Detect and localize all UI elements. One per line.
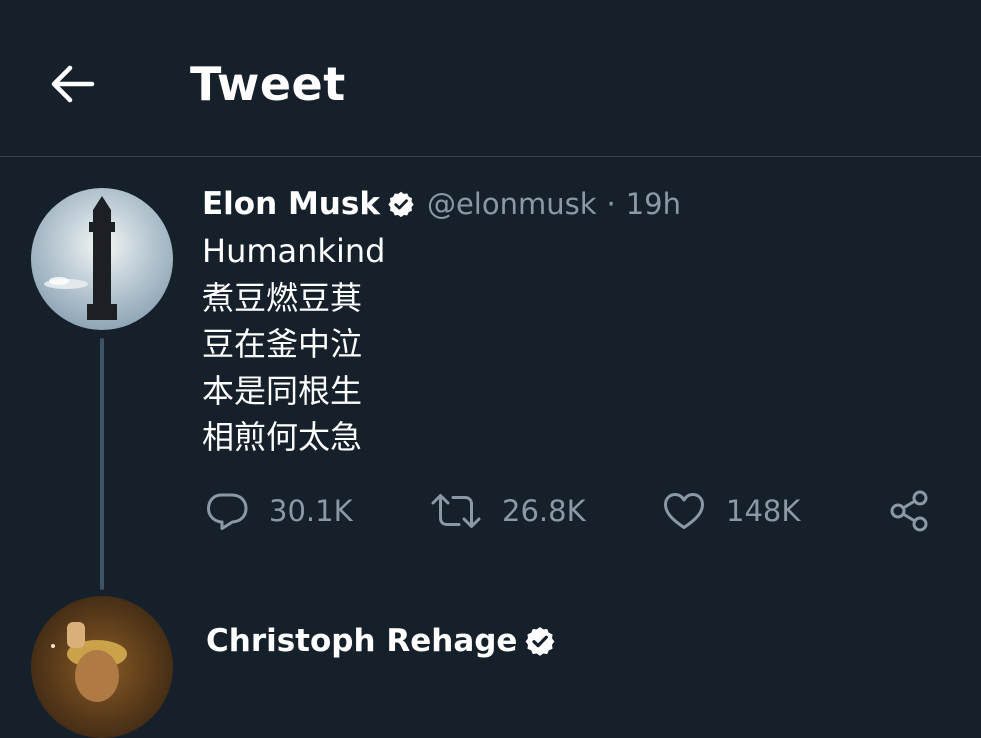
heart-icon bbox=[664, 493, 704, 529]
arrow-left-icon bbox=[51, 65, 95, 103]
verified-badge-icon bbox=[524, 625, 556, 657]
reply-button[interactable]: 30.1K bbox=[205, 486, 353, 536]
retweet-count: 26.8K bbox=[502, 494, 586, 528]
tweet-timestamp[interactable]: 19h bbox=[626, 187, 681, 221]
tweet-author-row: Elon Musk @elonmusk · 19h bbox=[202, 181, 681, 227]
tweet-body: Humankind 煮豆燃豆萁 豆在釜中泣 本是同根生 相煎何太急 bbox=[202, 228, 385, 461]
reply-count: 30.1K bbox=[269, 494, 353, 528]
like-count: 148K bbox=[726, 494, 801, 528]
author-display-name[interactable]: Elon Musk bbox=[202, 186, 380, 222]
separator-dot: · bbox=[606, 187, 616, 221]
header-bar: Tweet bbox=[0, 0, 981, 157]
reply-avatar-image bbox=[31, 596, 173, 738]
retweet-icon bbox=[431, 494, 481, 528]
tweet-text-line: 豆在釜中泣 bbox=[202, 325, 363, 363]
share-icon bbox=[890, 490, 928, 532]
page-title: Tweet bbox=[190, 57, 346, 111]
reply-avatar[interactable] bbox=[31, 596, 173, 738]
reply-icon bbox=[207, 493, 248, 530]
verified-badge-icon bbox=[387, 190, 415, 218]
tweet-text-line: 煮豆燃豆萁 bbox=[202, 278, 363, 317]
tweet-text-line: Humankind bbox=[202, 232, 386, 270]
tweet-text-line: 本是同根生 bbox=[202, 371, 363, 410]
tweet-text-line: 相煎何太急 bbox=[202, 418, 363, 456]
avatar[interactable] bbox=[31, 188, 173, 330]
avatar-image bbox=[31, 188, 173, 330]
share-button[interactable] bbox=[886, 486, 934, 536]
reply-author-row: Christoph Rehage bbox=[206, 616, 568, 666]
reply-author-display-name[interactable]: Christoph Rehage bbox=[206, 623, 517, 659]
back-button[interactable] bbox=[40, 52, 104, 116]
like-button[interactable]: 148K bbox=[662, 486, 800, 536]
thread-connector-line bbox=[100, 338, 104, 590]
author-handle[interactable]: @elonmusk bbox=[427, 187, 597, 221]
retweet-button[interactable]: 26.8K bbox=[430, 486, 586, 536]
